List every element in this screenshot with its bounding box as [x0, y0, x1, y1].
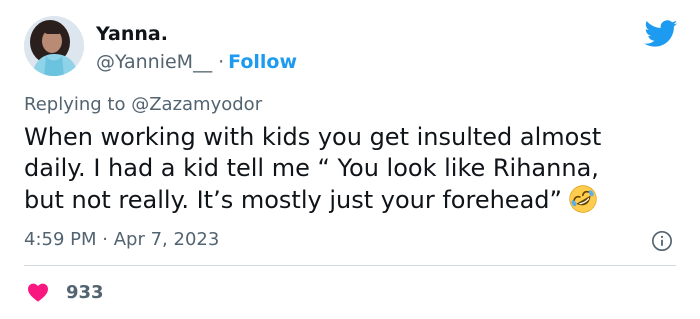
- heart-icon[interactable]: [26, 280, 50, 304]
- replying-to-label: Replying to: [24, 94, 126, 115]
- separator-dot: ·: [218, 51, 225, 73]
- twitter-bird-icon[interactable]: [644, 20, 678, 48]
- tweet-card: Yanna. @YannieM__ · Follow Replying to @Za…: [0, 0, 700, 319]
- tweet-time: 4:59 PM: [24, 229, 97, 250]
- divider: [24, 265, 676, 266]
- like-button[interactable]: 933: [26, 280, 104, 304]
- follow-button[interactable]: Follow: [228, 51, 297, 73]
- rolling-on-floor-laughing-emoji-icon: [569, 185, 597, 213]
- display-name[interactable]: Yanna.: [96, 22, 168, 46]
- avatar[interactable]: [24, 16, 84, 76]
- tweet-text-line: but not really. It’s mostly just your fo…: [24, 184, 664, 216]
- tweet-text: When working with kids you get insulted …: [24, 122, 664, 216]
- replying-to-line: Replying to @Zazamyodor: [24, 93, 262, 117]
- reply-to-handle[interactable]: @Zazamyodor: [131, 94, 262, 115]
- info-icon[interactable]: [651, 230, 673, 252]
- tweet-timestamp[interactable]: 4:59 PM · Apr 7, 2023: [24, 228, 219, 252]
- tweet-date: Apr 7, 2023: [113, 229, 220, 250]
- tweet-text-line: When working with kids you get insulted …: [24, 123, 602, 151]
- avatar-image: [24, 16, 84, 76]
- like-count: 933: [66, 281, 104, 303]
- user-handle[interactable]: @YannieM__: [96, 51, 212, 73]
- tweet-text-line: daily. I had a kid tell me “ You look li…: [24, 154, 599, 182]
- separator-dot: ·: [102, 229, 108, 250]
- tweet-text-segment: but not really. It’s mostly just your fo…: [24, 186, 562, 214]
- handle-row: @YannieM__ · Follow: [96, 50, 297, 74]
